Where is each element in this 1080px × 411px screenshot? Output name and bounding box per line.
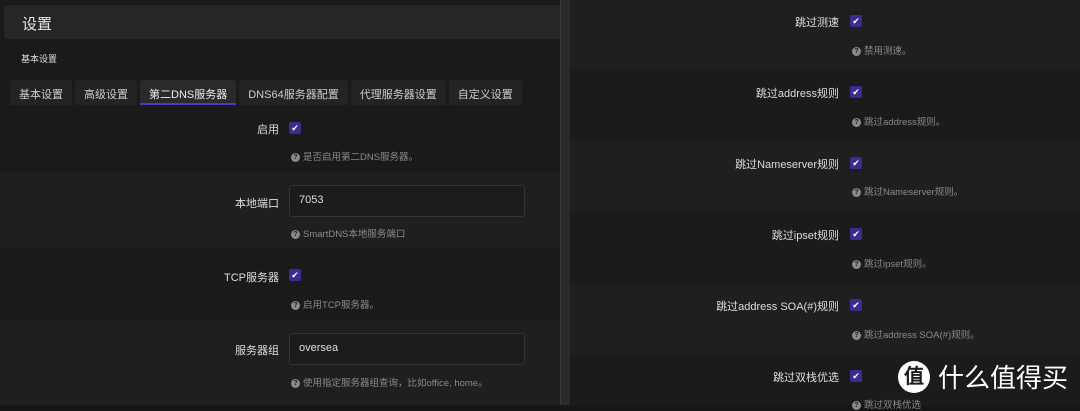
- hint-text: 使用指定服务器组查询，比如office, home。: [303, 378, 488, 389]
- skip-dualstack-checkbox[interactable]: ✔: [850, 370, 862, 382]
- field-hint: ? 使用指定服务器组查询，比如office, home。: [291, 375, 488, 389]
- tab-custom[interactable]: 自定义设置: [448, 80, 522, 105]
- help-icon: ?: [852, 330, 861, 340]
- field-hint: ? 启用TCP服务器。: [291, 297, 379, 311]
- help-icon: ?: [852, 187, 861, 197]
- hint-text: 禁用测速。: [864, 46, 912, 57]
- hint-text: 是否启用第二DNS服务器。: [303, 152, 419, 163]
- tab-bar: 基本设置 高级设置 第二DNS服务器 DNS64服务器配置 代理服务器设置 自定…: [10, 80, 522, 105]
- hint-text: SmartDNS本地服务端口: [303, 229, 406, 240]
- field-label: 启用: [257, 124, 279, 136]
- field-hint: ? 跳过address SOA(#)规则。: [852, 327, 980, 341]
- help-icon: ?: [291, 229, 300, 239]
- field-skip-ipset: 跳过ipset规则 ✔ ? 跳过ipset规则。: [570, 212, 1080, 284]
- field-label: 跳过Nameserver规则: [735, 159, 839, 171]
- field-hint: ? 跳过address规则。: [852, 114, 945, 128]
- field-label: 服务器组: [235, 345, 279, 357]
- help-icon: ?: [291, 152, 300, 162]
- skip-address-checkbox[interactable]: ✔: [850, 86, 862, 98]
- field-hint: ? 禁用测速。: [852, 43, 912, 57]
- field-hint: ? 跳过ipset规则。: [852, 256, 932, 270]
- hint-text: 跳过ipset规则。: [864, 259, 932, 270]
- skip-ipset-checkbox[interactable]: ✔: [850, 228, 862, 240]
- field-server-group: 服务器组 oversea ? 使用指定服务器组查询，比如office, home。: [0, 320, 560, 405]
- field-label: 跳过双栈优选: [773, 372, 839, 384]
- scrollbar[interactable]: [560, 0, 570, 405]
- field-hint: ? SmartDNS本地服务端口: [291, 226, 405, 240]
- skip-address-soa-checkbox[interactable]: ✔: [850, 299, 862, 311]
- server-group-input[interactable]: oversea: [289, 333, 525, 365]
- hint-text: 跳过Nameserver规则。: [864, 187, 964, 198]
- help-icon: ?: [852, 117, 861, 127]
- field-skip-nameserver: 跳过Nameserver规则 ✔ ? 跳过Nameserver规则。: [570, 140, 1080, 212]
- field-skip-speed-check: 跳过测速 ✔ ? 禁用测速。: [570, 0, 1080, 70]
- hint-text: 跳过address规则。: [864, 117, 946, 128]
- field-skip-address-soa: 跳过address SOA(#)规则 ✔ ? 跳过address SOA(#)规则…: [570, 284, 1080, 355]
- page-title: 设置: [4, 5, 560, 39]
- field-label: 跳过测速: [795, 17, 839, 29]
- tab-second-dns[interactable]: 第二DNS服务器: [140, 80, 237, 105]
- help-icon: ?: [291, 378, 300, 388]
- hint-text: 跳过address SOA(#)规则。: [864, 330, 980, 341]
- logo-text: 什么值得买: [937, 363, 1068, 393]
- tab-dns64[interactable]: DNS64服务器配置: [239, 80, 348, 105]
- field-hint: ? 是否启用第二DNS服务器。: [291, 149, 418, 163]
- tab-basic[interactable]: 基本设置: [10, 80, 72, 105]
- right-panel: 跳过测速 ✔ ? 禁用测速。 跳过address规则 ✔ ? 跳过address规则…: [570, 0, 1080, 411]
- left-panel: 设置 基本设置 基本设置 高级设置 第二DNS服务器 DNS64服务器配置 代理…: [0, 0, 560, 405]
- field-skip-address: 跳过address规则 ✔ ? 跳过address规则。: [570, 70, 1080, 140]
- hint-text: 启用TCP服务器。: [303, 300, 380, 311]
- enable-checkbox[interactable]: ✔: [289, 122, 301, 134]
- field-label: 本地端口: [235, 198, 279, 210]
- help-icon: ?: [852, 46, 861, 56]
- section-title: 基本设置: [21, 54, 58, 64]
- field-enable: 启用 ✔ ? 是否启用第二DNS服务器。: [0, 108, 560, 172]
- tab-advanced[interactable]: 高级设置: [75, 80, 137, 105]
- field-label: 跳过ipset规则: [771, 230, 839, 242]
- help-icon: ?: [852, 259, 861, 269]
- tab-proxy[interactable]: 代理服务器设置: [350, 80, 446, 105]
- hint-text: 跳过双栈优选: [864, 400, 922, 411]
- logo-mark: 值: [897, 360, 930, 393]
- local-port-input[interactable]: 7053: [289, 185, 525, 217]
- field-label: 跳过address规则: [755, 88, 839, 100]
- skip-speed-check-checkbox[interactable]: ✔: [850, 15, 862, 27]
- help-icon: ?: [852, 400, 861, 410]
- field-hint: ? 跳过Nameserver规则。: [852, 184, 963, 198]
- skip-nameserver-checkbox[interactable]: ✔: [850, 157, 862, 169]
- watermark-logo: 值 什么值得买: [897, 358, 1068, 395]
- field-tcp-server: TCP服务器 ✔ ? 启用TCP服务器。: [0, 248, 560, 320]
- field-local-port: 本地端口 7053 ? SmartDNS本地服务端口: [0, 172, 560, 248]
- field-label: TCP服务器: [224, 272, 279, 284]
- field-hint: ? 跳过双栈优选: [852, 397, 921, 411]
- help-icon: ?: [291, 300, 300, 310]
- field-label: 跳过address SOA(#)规则: [716, 301, 839, 313]
- tcp-server-checkbox[interactable]: ✔: [289, 269, 301, 281]
